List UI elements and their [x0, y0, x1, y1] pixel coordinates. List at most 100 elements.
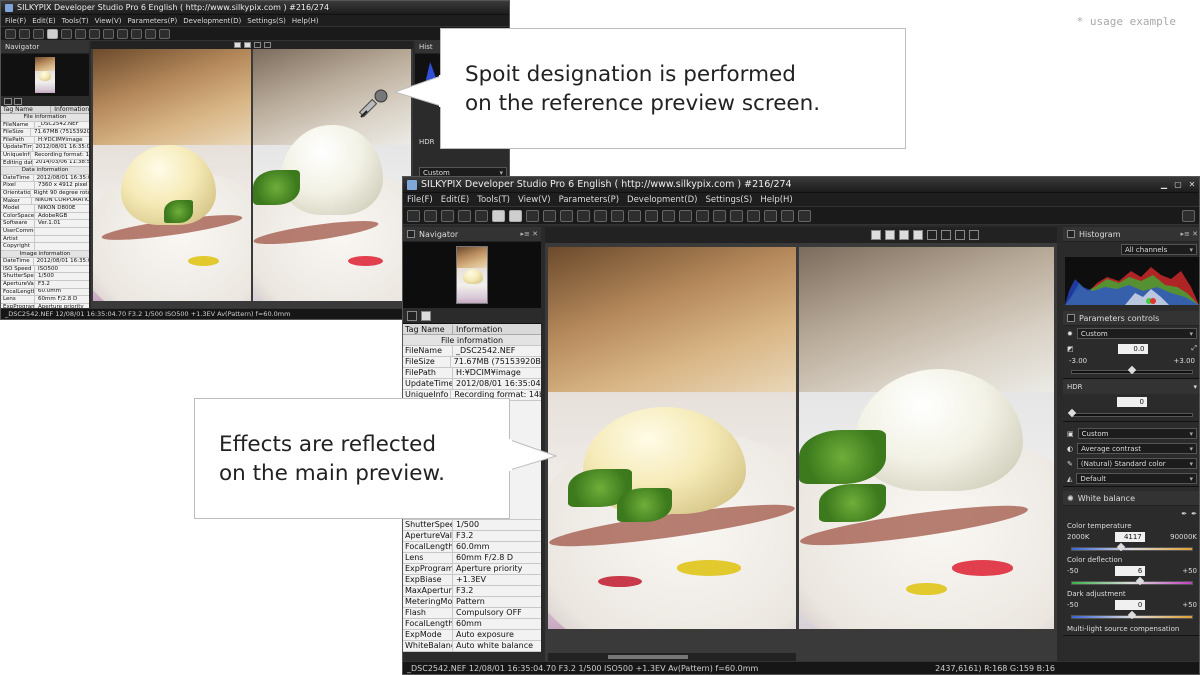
panel-close-icon[interactable]: ▸≡ ✕ — [521, 230, 541, 238]
repair-icon[interactable] — [713, 209, 726, 222]
rotate-icon[interactable] — [662, 209, 675, 222]
preview-scrollbar[interactable] — [548, 653, 796, 661]
stamp-icon[interactable] — [730, 209, 743, 222]
flip-icon[interactable] — [145, 28, 156, 39]
compare-view-icon[interactable] — [509, 209, 522, 222]
menu-file[interactable]: File(F) — [5, 17, 26, 25]
film-icon[interactable] — [798, 209, 811, 222]
menu-view[interactable]: View(V) — [95, 17, 122, 25]
grid-view-icon[interactable] — [47, 28, 58, 39]
undo-icon[interactable] — [424, 209, 437, 222]
defl-slider-knob[interactable] — [1135, 576, 1145, 586]
redo-icon[interactable] — [33, 28, 44, 39]
arrow-icon[interactable] — [526, 209, 539, 222]
temp-slider-knob[interactable] — [1116, 542, 1125, 552]
back-main-preview[interactable] — [93, 49, 251, 301]
expand-icon[interactable]: ⤢ — [1191, 344, 1197, 353]
panel-close-icon[interactable]: ▸≡ ✕ — [1181, 230, 1199, 238]
view-mode-icon[interactable] — [871, 230, 881, 240]
hdr-slider[interactable] — [1067, 408, 1193, 418]
compare-view-icon[interactable] — [61, 28, 72, 39]
grid-view-icon[interactable] — [458, 209, 471, 222]
puzzle-icon[interactable] — [781, 209, 794, 222]
defl-value[interactable]: 6 — [1115, 566, 1146, 576]
view-mode-icon[interactable] — [899, 230, 909, 240]
develop-icon[interactable] — [764, 209, 777, 222]
gray-spoit-icon[interactable] — [594, 209, 607, 222]
tool-icon[interactable] — [407, 209, 420, 222]
exposure-slider-knob[interactable] — [1127, 365, 1137, 375]
tone-preset-select[interactable]: Custom — [1077, 428, 1197, 439]
menu-edit[interactable]: Edit(E) — [32, 17, 55, 25]
minimize-icon[interactable]: ▁ — [1157, 180, 1171, 189]
dark-slider-knob[interactable] — [1127, 610, 1137, 620]
undo-icon[interactable] — [19, 28, 30, 39]
view-mode-icon[interactable] — [955, 230, 965, 240]
adjust-icon[interactable] — [747, 209, 760, 222]
dark-slider[interactable] — [1071, 610, 1193, 620]
zoom-icon[interactable] — [89, 28, 100, 39]
exposure-value[interactable]: 0.0 — [1117, 343, 1148, 354]
redo-icon[interactable] — [441, 209, 454, 222]
settings-icon[interactable] — [159, 28, 170, 39]
view-mode-icon[interactable] — [253, 42, 261, 48]
menu-development[interactable]: Development(D) — [627, 195, 697, 205]
menu-help[interactable]: Help(H) — [760, 195, 792, 205]
rotate-icon[interactable] — [131, 28, 142, 39]
params-preset-select[interactable]: Custom — [1076, 328, 1197, 339]
close-icon[interactable]: ✕ — [1185, 180, 1199, 189]
maximize-icon[interactable]: ▢ — [1171, 180, 1185, 189]
front-reference-preview[interactable] — [799, 247, 1054, 629]
spoit-icon[interactable] — [103, 28, 114, 39]
single-view-icon[interactable] — [492, 209, 505, 222]
menu-tools[interactable]: Tools(T) — [62, 17, 89, 25]
hdr-slider-knob[interactable] — [1067, 408, 1077, 418]
menu-view[interactable]: View(V) — [518, 195, 551, 205]
histogram-channel-select[interactable]: All channels — [1121, 244, 1197, 255]
sharpness-select[interactable]: Default — [1076, 473, 1197, 484]
skin-spoit-icon[interactable] — [611, 209, 624, 222]
menu-tools[interactable]: Tools(T) — [477, 195, 510, 205]
camera-tab-icon[interactable] — [4, 97, 12, 105]
chevron-down-icon[interactable]: ▾ — [1193, 383, 1197, 391]
hdr-value[interactable]: 0 — [1117, 396, 1147, 407]
brush-icon[interactable] — [628, 209, 641, 222]
wb-spoit-plus-icon[interactable]: ✒ — [1191, 510, 1197, 518]
contrast-select[interactable]: Average contrast — [1077, 443, 1197, 454]
fullscreen-icon[interactable] — [1182, 209, 1195, 222]
view-mode-icon[interactable] — [263, 42, 271, 48]
comment-tab-icon[interactable] — [421, 310, 431, 321]
color-select[interactable]: (Natural) Standard color — [1076, 458, 1197, 469]
spoit-icon[interactable] — [577, 209, 590, 222]
menu-settings[interactable]: Settings(S) — [247, 17, 286, 25]
temp-slider[interactable] — [1071, 542, 1193, 552]
view-mode-icon[interactable] — [233, 42, 241, 48]
dark-value[interactable]: 0 — [1115, 600, 1146, 610]
view-mode-icon[interactable] — [927, 230, 937, 240]
crop-icon[interactable] — [117, 28, 128, 39]
view-mode-icon[interactable] — [243, 42, 251, 48]
view-mode-icon[interactable] — [885, 230, 895, 240]
crop-icon[interactable] — [645, 209, 658, 222]
exposure-slider[interactable] — [1071, 365, 1193, 375]
wb-spoit-icon[interactable]: ✒ — [1181, 510, 1187, 518]
flip-icon[interactable] — [679, 209, 692, 222]
front-main-preview[interactable] — [548, 247, 796, 629]
tool-icon[interactable] — [5, 28, 16, 39]
move-icon[interactable] — [543, 209, 556, 222]
view-mode-icon[interactable] — [941, 230, 951, 240]
defl-slider[interactable] — [1071, 576, 1193, 586]
menu-help[interactable]: Help(H) — [292, 17, 319, 25]
comment-tab-icon[interactable] — [14, 97, 22, 105]
temp-value[interactable]: 4117 — [1114, 532, 1145, 542]
menu-parameters[interactable]: Parameters(P) — [128, 17, 178, 25]
zoom-icon[interactable] — [560, 209, 573, 222]
thumbnail-view-icon[interactable] — [475, 209, 488, 222]
menu-parameters[interactable]: Parameters(P) — [559, 195, 619, 205]
menu-development[interactable]: Development(D) — [183, 17, 241, 25]
camera-tab-icon[interactable] — [407, 310, 417, 321]
check-icon[interactable] — [696, 209, 709, 222]
view-mode-icon[interactable] — [969, 230, 979, 240]
menu-edit[interactable]: Edit(E) — [441, 195, 469, 205]
single-view-icon[interactable] — [75, 28, 86, 39]
